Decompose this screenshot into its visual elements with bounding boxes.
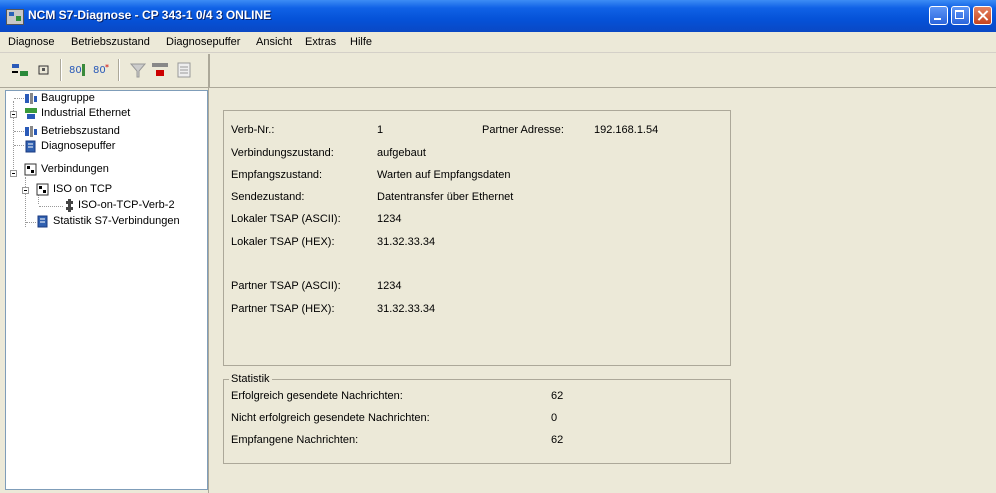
verb-nr-label: Verb-Nr.: [231,124,275,136]
sendezustand-label: Sendezustand: [231,191,305,203]
maximize-button[interactable] [951,6,970,25]
partner-tsap-ascii-value: 1234 [377,280,402,292]
verbindungszustand-value: aufgebaut [377,147,426,159]
stat-value: 62 [551,390,564,402]
window-title: NCM S7-Diagnose - CP 343-1 0/4 3 ONLINE [28,8,272,22]
sendezustand-value: Datentransfer über Ethernet [377,191,514,203]
menu-extras[interactable]: Extras [305,36,336,48]
partner-tsap-ascii-label: Partner TSAP (ASCII): [231,280,341,292]
menu-betriebszustand[interactable]: Betriebszustand [71,36,150,48]
statistik-title: Statistik [229,373,272,385]
stat-value: 0 [551,412,558,424]
connect-icon[interactable] [10,60,30,80]
details-pane: Verb-Nr.: 1 Partner Adresse: 192.168.1.5… [213,90,996,493]
minimize-button[interactable] [929,6,948,25]
empfangszustand-value: Warten auf Empfangsdaten [377,169,511,181]
statistics-icon [36,215,49,228]
stat-value: 62 [551,434,564,446]
filter-icon[interactable] [128,60,148,80]
network-icon [24,107,37,120]
module-info-icon[interactable]: 80 [68,60,88,80]
lokaler-tsap-ascii-value: 1234 [377,213,402,225]
application-window: NCM S7-Diagnose - CP 343-1 0/4 3 ONLINE … [0,0,996,493]
pane-splitter[interactable] [208,88,212,493]
title-bar[interactable]: NCM S7-Diagnose - CP 343-1 0/4 3 ONLINE [0,0,996,32]
help-icon[interactable] [174,60,194,80]
statistik-group: Statistik Erfolgreich gesendete Nachrich… [223,373,731,464]
module-info2-icon[interactable]: 80 * [92,60,112,80]
partner-address-value: 192.168.1.54 [594,124,659,136]
lokaler-tsap-hex-label: Lokaler TSAP (HEX): [231,236,335,248]
operating-state-icon [24,125,37,138]
menu-hilfe[interactable]: Hilfe [350,36,372,48]
collapse-iso-on-tcp[interactable] [22,187,29,194]
lokaler-tsap-ascii-label: Lokaler TSAP (ASCII): [231,213,341,225]
partner-tsap-hex-label: Partner TSAP (HEX): [231,303,335,315]
menu-bar: Diagnose Betriebszustand Diagnosepuffer … [0,32,996,53]
svg-text:80: 80 [69,65,82,76]
menu-diagnosepuffer[interactable]: Diagnosepuffer [166,36,240,48]
expand-industrial-ethernet[interactable] [10,111,17,118]
app-icon [6,9,24,25]
module-icon [24,92,37,105]
stat-label: Erfolgreich gesendete Nachrichten: [231,390,403,402]
close-button[interactable] [973,6,992,25]
verbindungszustand-label: Verbindungszustand: [231,147,334,159]
connection-details-group: Verb-Nr.: 1 Partner Adresse: 192.168.1.5… [223,110,731,366]
partner-tsap-hex-value: 31.32.33.34 [377,303,436,315]
svg-text:80: 80 [93,65,106,76]
partner-address-label: Partner Adresse: [482,124,564,136]
empfangszustand-label: Empfangszustand: [231,169,323,181]
connection-leaf-icon [63,199,76,212]
lokaler-tsap-hex-value: 31.32.33.34 [377,236,436,248]
menu-ansicht[interactable]: Ansicht [256,36,292,48]
stat-label: Empfangene Nachrichten: [231,434,359,446]
menu-diagnose[interactable]: Diagnose [8,36,54,48]
connections-icon [36,183,49,196]
svg-text:*: * [105,63,109,72]
collapse-verbindungen[interactable] [10,170,17,177]
toolbar: 80 80 * [0,53,996,88]
buffer-icon [24,140,37,153]
navigation-tree: Baugruppe Industrial Ethernet Betriebszu… [5,90,208,490]
ethernet-icon[interactable] [150,60,170,80]
connections-icon [24,163,37,176]
disconnect-icon[interactable] [34,60,54,80]
stat-label: Nicht erfolgreich gesendete Nachrichten: [231,412,430,424]
verb-nr-value: 1 [377,124,384,136]
